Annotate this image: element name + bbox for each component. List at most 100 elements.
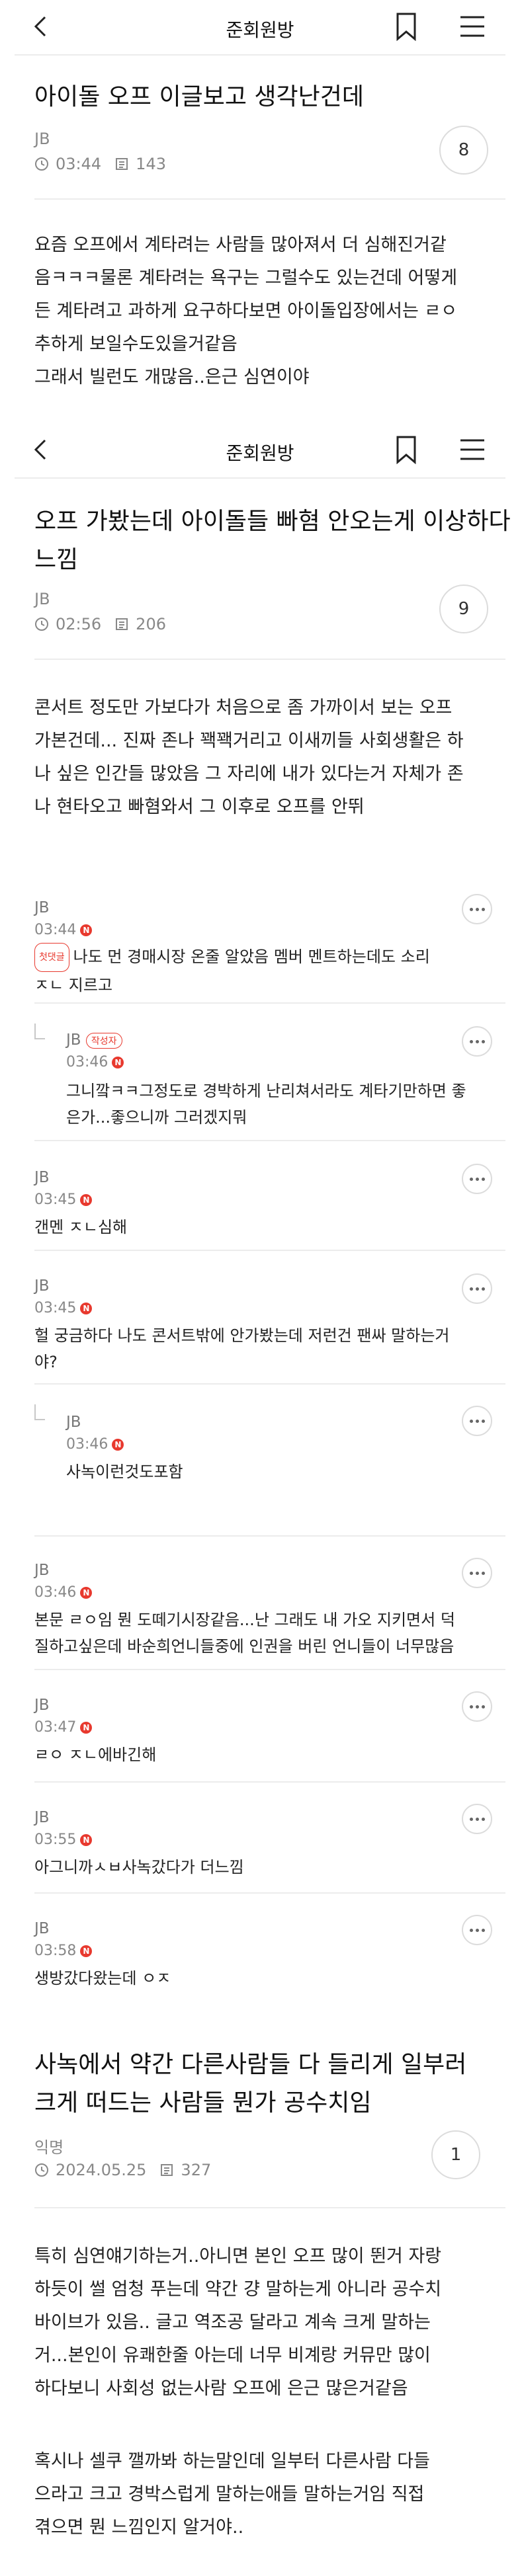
divider <box>34 2207 505 2208</box>
post-author: JB <box>34 130 50 148</box>
comment-time-row: 03:46 N <box>66 1054 124 1070</box>
more-options-icon[interactable] <box>462 1804 492 1834</box>
new-icon: N <box>80 1586 93 1599</box>
post-meta: 2024.05.25 327 <box>34 2161 211 2179</box>
more-options-icon[interactable] <box>462 1915 492 1945</box>
comment-line: ㄹㅇ ㅈㄴ에바긴해 <box>34 1746 157 1764</box>
comment-text: 갠멘 ㅈㄴ심해 <box>34 1214 127 1240</box>
post-title: 오프 가봤는데 아이돌들 빠혐 안오는게 이상하다 느낌 <box>34 503 511 579</box>
body-line: 거...본인이 유쾌한줄 아는데 너무 비계랑 커뮤만 많이 <box>34 2345 431 2366</box>
more-options-icon[interactable] <box>462 1164 492 1194</box>
comment-time-row: 03:47 N <box>34 1719 93 1736</box>
comment-text: 사녹이런것도포함 <box>66 1459 183 1485</box>
more-options-icon[interactable] <box>462 1558 492 1588</box>
comment-author: JB <box>34 1277 50 1295</box>
board-title: 준회원방 <box>226 19 294 41</box>
comment-time: 03:55 <box>34 1831 77 1848</box>
post-body: 콘서트 정도만 가보다가 처음으로 좀 가까이서 보는 오프 가본건데... 진… <box>34 692 464 824</box>
body-line: 추하게 보일수도있을거같음 <box>34 334 238 354</box>
comment-text: 첫댓글 나도 먼 경매시장 온줄 알았음 멤버 멘트하는데도 소리 ㅈㄴ 지르고 <box>34 943 430 998</box>
comment-line: 본문 ㄹㅇ임 뭔 도떼기시장같음...난 그래도 내 가오 지키면서 덕 <box>34 1611 455 1629</box>
comment-time-row: 03:46 N <box>66 1436 124 1453</box>
comment-line: 생방갔다왔는데 ㅇㅈ <box>34 1969 171 1988</box>
title-line: 오프 가봤는데 아이돌들 빠혐 안오는게 이상하다 <box>34 508 511 535</box>
comment-author-name: JB <box>66 1031 81 1049</box>
comment-time: 03:44 <box>34 922 77 938</box>
comment-time: 03:45 <box>34 1191 77 1208</box>
views-icon <box>116 618 128 630</box>
comment-author: JB <box>34 1809 50 1826</box>
more-options-icon[interactable] <box>462 894 492 924</box>
post-views: 327 <box>181 2161 212 2179</box>
hamburger-menu-icon[interactable] <box>459 15 486 38</box>
comment-text: 헐 궁금하다 나도 콘서트밖에 안가봤는데 저런건 팬싸 말하는거 야? <box>34 1322 449 1375</box>
divider <box>34 1535 505 1537</box>
comment-text: 그니깤ㅋㅋ그정도로 경박하게 난리쳐서라도 계타기만하면 좋 은가...좋으니까… <box>66 1078 466 1131</box>
comment-time: 03:45 <box>34 1300 77 1316</box>
body-line: 혹시나 셀쿠 깰까봐 하는말인데 일부터 다른사람 다들 <box>34 2451 430 2472</box>
title-line: 사녹에서 약간 다른사람들 다 들리게 일부러 <box>34 2051 467 2078</box>
post-date: 2024.05.25 <box>56 2161 147 2179</box>
body-line: 하듯이 썰 엄청 푸는데 약간 걍 말하는게 아니라 공수치 <box>34 2279 442 2300</box>
bookmark-icon[interactable] <box>396 12 417 42</box>
body-line: 하다보니 사회성 없는사람 오프에 은근 많은거같음 <box>34 2378 408 2399</box>
comment-time-row: 03:44 N <box>34 922 93 938</box>
comment-count-badge[interactable]: 9 <box>439 584 488 633</box>
clock-icon <box>35 157 48 171</box>
body-line: 나 현타오고 빠혐와서 그 이후로 오프를 안뛰 <box>34 797 365 817</box>
comment-line: 헐 궁금하다 나도 콘서트밖에 안가봤는데 저런건 팬싸 말하는거 <box>34 1326 450 1345</box>
comment-line: 갠멘 ㅈㄴ심해 <box>34 1218 128 1236</box>
body-line: 그래서 빌런도 개많음..은근 심연이야 <box>34 367 310 387</box>
title-line: 크게 떠드는 사람들 뭔가 공수치임 <box>34 2089 372 2116</box>
post-title: 아이돌 오프 이글보고 생각난건데 <box>34 83 365 110</box>
body-line: 겪으면 뭔 느낌인지 알거야.. <box>34 2517 244 2538</box>
comment-line: 야? <box>34 1353 58 1371</box>
new-icon: N <box>80 1833 93 1846</box>
more-options-icon[interactable] <box>462 1691 492 1722</box>
post-body: 요즘 오프에서 계타려는 사람들 많아져서 더 심해진거같 음ㅋㅋㅋ물론 계타려… <box>34 229 457 394</box>
more-options-icon[interactable] <box>462 1406 492 1436</box>
top-app-bar: 준회원방 <box>0 423 520 476</box>
post-views: 143 <box>136 155 166 173</box>
post-title: 사녹에서 약간 다른사람들 다 들리게 일부러 크게 떠드는 사람들 뭔가 공수… <box>34 2046 466 2122</box>
divider <box>15 54 505 56</box>
comment-author: JB <box>34 1920 50 1937</box>
views-icon <box>161 2164 173 2176</box>
first-comment-badge: 첫댓글 <box>34 943 69 972</box>
body-line: 든 계타려고 과하게 요구하다보면 아이돌입장에서는 ㄹㅇ <box>34 301 458 321</box>
comment-line: 그니깤ㅋㅋ그정도로 경박하게 난리쳐서라도 계타기만하면 좋 <box>66 1082 466 1100</box>
divider <box>34 1892 505 1894</box>
comment-count-badge[interactable]: 8 <box>439 126 488 175</box>
hamburger-menu-icon[interactable] <box>459 438 486 462</box>
bookmark-icon[interactable] <box>396 435 417 465</box>
comment-time-row: 03:46 N <box>34 1584 93 1601</box>
new-icon: N <box>80 1302 93 1314</box>
reply-indent-icon <box>34 1404 45 1420</box>
new-icon: N <box>112 1056 124 1068</box>
reply-indent-icon <box>34 1024 45 1039</box>
more-options-icon[interactable] <box>462 1273 492 1304</box>
post-meta: 03:44 143 <box>34 155 166 173</box>
body-line: 바이브가 있음.. 글고 역조공 달라고 계속 크게 말하는 <box>34 2312 431 2333</box>
post-time: 03:44 <box>56 155 102 173</box>
divider <box>15 477 505 479</box>
post-author: 익명 <box>34 2138 64 2157</box>
post-time: 02:56 <box>56 615 102 633</box>
board-title: 준회원방 <box>226 442 294 464</box>
body-line: 요즘 오프에서 계타려는 사람들 많아져서 더 심해진거같 <box>34 235 447 255</box>
divider <box>34 1781 505 1783</box>
comment-time: 03:46 <box>66 1054 108 1070</box>
comment-author: JB 작성자 <box>66 1031 122 1049</box>
comment-time-row: 03:45 N <box>34 1300 93 1316</box>
comment-time: 03:58 <box>34 1943 77 1959</box>
comment-line: 질하고싶은데 바순희언니들중에 인권을 버린 언니들이 너무많음 <box>34 1637 455 1656</box>
comment-text: 생방갔다왔는데 ㅇㅈ <box>34 1965 171 1992</box>
body-line: 으라고 크고 경박스럽게 말하는애들 말하는거임 직접 <box>34 2484 425 2505</box>
comment-time: 03:46 <box>34 1584 77 1601</box>
comment-author: JB <box>34 1169 50 1186</box>
body-line: 콘서트 정도만 가보다가 처음으로 좀 가까이서 보는 오프 <box>34 698 453 718</box>
comment-time: 03:46 <box>66 1436 108 1453</box>
more-options-icon[interactable] <box>462 1026 492 1057</box>
comment-line: 나도 먼 경매시장 온줄 알았음 멤버 멘트하는데도 소리 <box>73 947 430 966</box>
comment-count-badge[interactable]: 1 <box>431 2130 480 2179</box>
